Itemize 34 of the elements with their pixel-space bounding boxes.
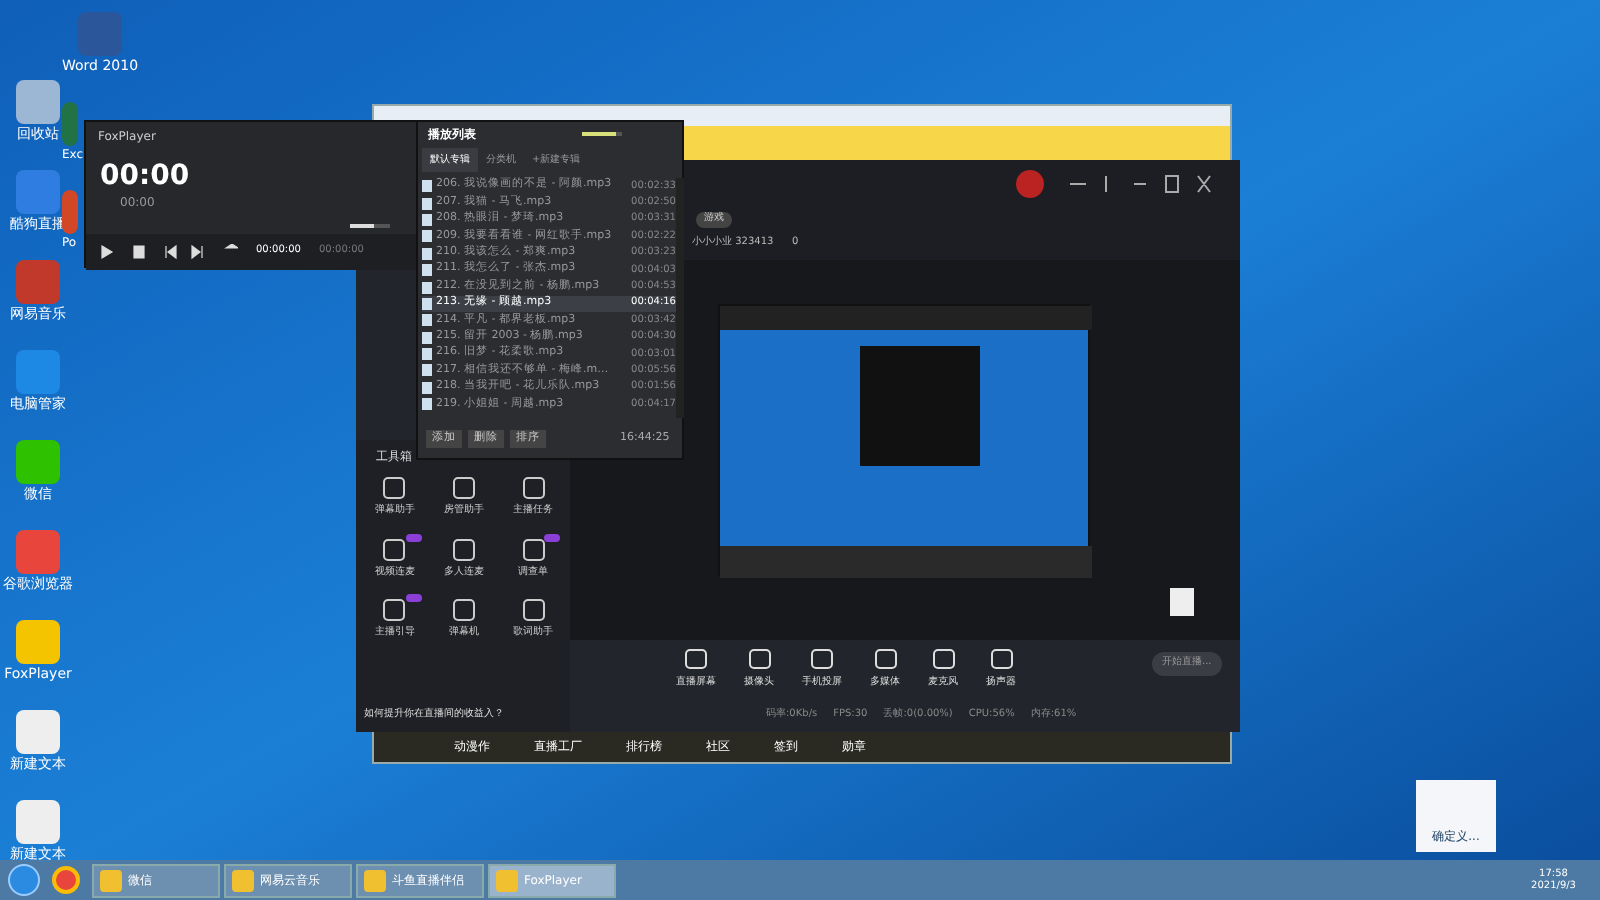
time-display: 00:00 (100, 162, 190, 190)
app-icon (364, 869, 386, 891)
app-icon[interactable] (16, 350, 60, 394)
tool-icon (451, 537, 476, 561)
control-icon (684, 648, 708, 672)
playback-controls-icon (98, 244, 238, 260)
app-icon (232, 869, 254, 891)
app-icon[interactable] (16, 170, 60, 214)
app-icon[interactable] (62, 190, 78, 234)
app-icon[interactable] (16, 620, 60, 664)
browser-icon[interactable] (52, 866, 80, 894)
control-icon (810, 648, 834, 672)
tool-icon (521, 598, 546, 622)
app-icon[interactable] (16, 440, 60, 484)
tool-icon (382, 537, 407, 561)
app-icon (100, 869, 122, 891)
preview-window (860, 346, 980, 466)
control-icon (873, 648, 897, 672)
tool-icon (451, 598, 476, 622)
app-icon (496, 869, 518, 891)
avatar (1016, 170, 1044, 198)
control-icon (989, 648, 1013, 672)
control-icon (931, 648, 955, 672)
tool-icon (521, 476, 546, 500)
control-icon (747, 648, 771, 672)
qr-thumbnail (1170, 588, 1194, 616)
app-icon[interactable] (16, 800, 60, 844)
tool-icon (451, 476, 476, 500)
app-icon[interactable] (16, 710, 60, 754)
tool-icon (382, 476, 407, 500)
tool-icon (521, 537, 546, 561)
app-icon[interactable] (16, 80, 60, 124)
tool-icon (382, 598, 407, 622)
start-button[interactable] (8, 864, 40, 896)
